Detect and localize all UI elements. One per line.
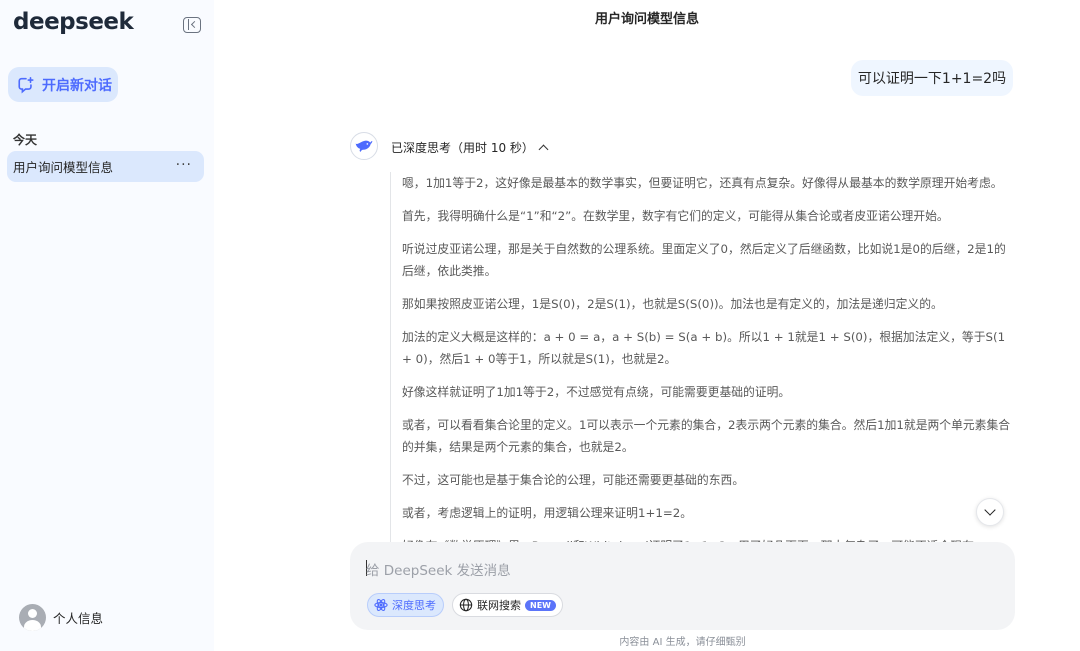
thinking-paragraph: 嗯，1加1等于2，这好像是最基本的数学事实，但要证明它，还真有点复杂。好像得从最… <box>402 176 1003 190</box>
thinking-paragraph: 或者，可以看看集合论里的定义。1可以表示一个元素的集合，2表示两个元素的集合。然… <box>402 418 1011 454</box>
sidebar: deepseek 开启新对话 今天 用户询问模型信息 ··· 个人信息 <box>0 0 214 651</box>
deepseek-whale-icon <box>350 132 378 160</box>
thinking-header-text: 已深度思考（用时 10 秒） <box>391 141 534 155</box>
new-chat-button[interactable]: 开启新对话 <box>8 67 118 102</box>
thinking-paragraph: 不过，这可能也是基于集合论的公理，可能还需要更基础的东西。 <box>402 473 745 487</box>
user-message-text: 可以证明一下1+1=2吗 <box>857 71 1007 87</box>
avatar-icon <box>19 604 46 631</box>
thinking-content: 嗯，1加1等于2，这好像是最基本的数学事实，但要证明它，还真有点复杂。好像得从最… <box>390 172 1020 544</box>
collapse-sidebar-icon[interactable] <box>183 17 201 33</box>
message-input[interactable]: 给 DeepSeek 发送消息 <box>366 559 511 579</box>
atom-icon <box>374 599 388 611</box>
page-title: 用户询问模型信息 <box>594 12 699 27</box>
chevron-up-icon <box>538 144 549 155</box>
thinking-paragraph: 听说过皮亚诺公理，那是关于自然数的公理系统。里面定义了0，然后定义了后继函数，比… <box>402 242 1006 278</box>
new-chat-icon <box>17 76 35 94</box>
globe-icon <box>459 598 473 612</box>
deep-think-button[interactable]: 深度思考 <box>367 593 444 617</box>
ai-disclaimer: 内容由 AI 生成，请仔细甄别 <box>619 637 746 648</box>
thinking-paragraph: 那如果按照皮亚诺公理，1是S(0)，2是S(1)，也就是S(S(0))。加法也是… <box>402 297 943 311</box>
thinking-paragraph: 或者，考虑逻辑上的证明，用逻辑公理来证明1+1=2。 <box>402 506 693 520</box>
deep-think-label: 深度思考 <box>392 599 436 612</box>
profile-button[interactable]: 个人信息 <box>19 604 103 631</box>
thinking-paragraph: 首先，我得明确什么是“1”和“2”。在数学里，数字有它们的定义，可能得从集合论或… <box>402 209 949 223</box>
more-options-icon[interactable]: ··· <box>176 157 192 173</box>
thinking-paragraph: 好像这样就证明了1加1等于2，不过感觉有点绕，可能需要更基础的证明。 <box>402 385 791 399</box>
conversation-title: 用户询问模型信息 <box>13 160 114 175</box>
user-message: 可以证明一下1+1=2吗 <box>851 60 1013 96</box>
message-composer[interactable]: 给 DeepSeek 发送消息 深度思考 联网搜索 NEW <box>350 542 1015 630</box>
conversation-item[interactable]: 用户询问模型信息 ··· <box>7 151 204 182</box>
profile-label: 个人信息 <box>53 611 104 626</box>
new-badge: NEW <box>525 599 556 611</box>
thinking-paragraph: 加法的定义大概是这样的：a + 0 = a，a + S(b) = S(a + b… <box>402 330 1006 366</box>
new-chat-label: 开启新对话 <box>42 77 112 94</box>
thinking-toggle[interactable]: 已深度思考（用时 10 秒） <box>391 139 549 156</box>
scroll-to-bottom-button[interactable] <box>976 498 1004 526</box>
section-today-label: 今天 <box>13 133 38 147</box>
web-search-label: 联网搜索 <box>477 599 521 612</box>
deepseek-logo[interactable]: deepseek <box>13 9 134 35</box>
web-search-button[interactable]: 联网搜索 NEW <box>452 593 563 617</box>
